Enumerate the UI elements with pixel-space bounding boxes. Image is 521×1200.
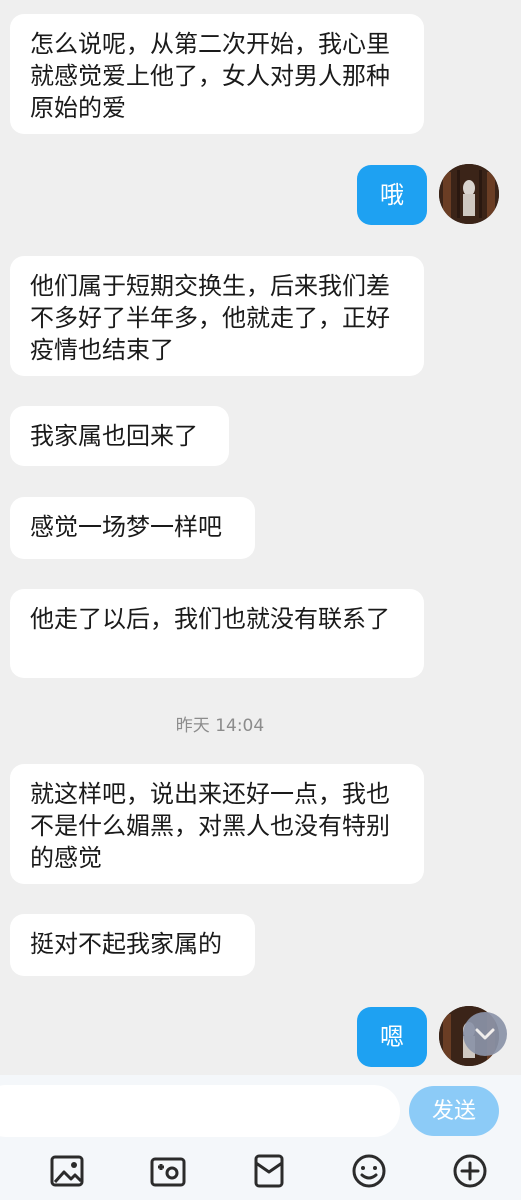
toolbar-camera-button[interactable] [148,1151,188,1191]
message-bubble[interactable]: 他走了以后，我们也就没有联系了 [10,589,424,678]
message-text: 怎么说呢，从第二次开始，我心里就感觉爱上他了，女人对男人那种原始的爱 [30,30,390,122]
message-bubble[interactable]: 感觉一场梦一样吧 [10,497,255,559]
send-button[interactable]: 发送 [409,1086,499,1136]
message-text: 他走了以后，我们也就没有联系了 [30,605,390,633]
message-timestamp: 昨天 14:04 [175,716,265,736]
message-bubble[interactable]: 怎么说呢，从第二次开始，我心里就感觉爱上他了，女人对男人那种原始的爱 [10,14,424,134]
message-text: 嗯 [380,1023,404,1051]
toolbar-plus-button[interactable] [450,1151,490,1191]
toolbar-red-packet-button[interactable] [249,1151,289,1191]
message-text: 我家属也回来了 [30,422,198,450]
chat-messages[interactable]: 怎么说呢，从第二次开始，我心里就感觉爱上他了，女人对男人那种原始的爱 哦 他们属… [0,0,521,1075]
toolbar-emoji-button[interactable] [349,1151,389,1191]
message-text: 哦 [380,181,404,209]
avatar[interactable] [439,164,499,224]
red-packet-icon [254,1154,284,1188]
message-text: 挺对不起我家属的 [30,930,222,958]
message-bubble[interactable]: 就这样吧，说出来还好一点，我也不是什么媚黑，对黑人也没有特别的感觉 [10,764,424,884]
plus-icon [453,1154,487,1188]
emoji-icon [352,1154,386,1188]
chevron-down-icon [475,1028,495,1040]
message-text: 感觉一场梦一样吧 [30,513,222,541]
message-input[interactable] [0,1085,400,1137]
message-text: 就这样吧，说出来还好一点，我也不是什么媚黑，对黑人也没有特别的感觉 [30,780,390,872]
image-icon [50,1155,84,1187]
input-bar: 发送 [0,1075,521,1147]
avatar-image [439,164,499,224]
message-text: 他们属于短期交换生，后来我们差不多好了半年多，他就走了，正好疫情也结束了 [30,272,390,364]
toolbar [0,1147,521,1200]
message-bubble[interactable]: 挺对不起我家属的 [10,914,255,976]
toolbar-image-button[interactable] [47,1151,87,1191]
message-bubble[interactable]: 哦 [357,165,427,225]
message-bubble[interactable]: 嗯 [357,1007,427,1067]
scroll-down-button[interactable] [463,1012,507,1056]
message-bubble[interactable]: 他们属于短期交换生，后来我们差不多好了半年多，他就走了，正好疫情也结束了 [10,256,424,376]
message-bubble[interactable]: 我家属也回来了 [10,406,229,466]
camera-icon [150,1157,186,1187]
